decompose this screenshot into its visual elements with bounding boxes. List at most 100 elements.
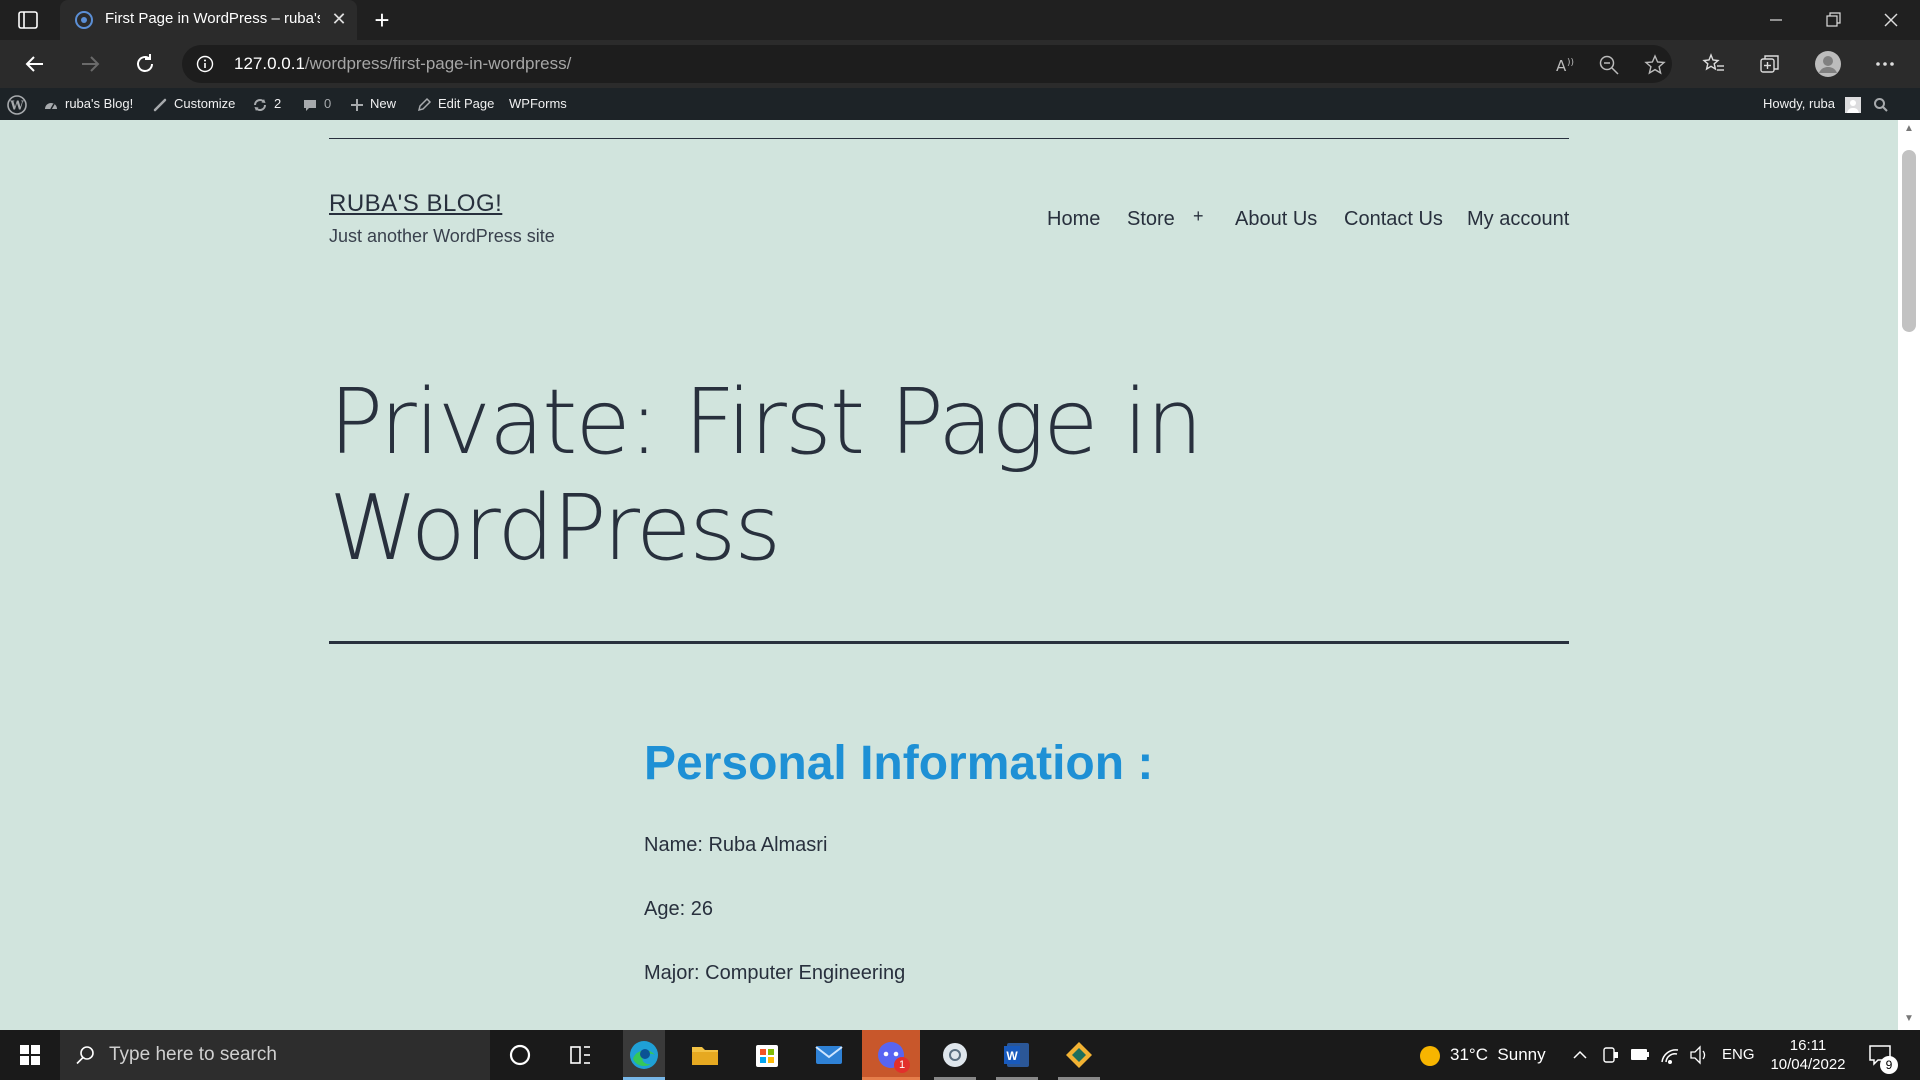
- start-button[interactable]: [0, 1030, 60, 1080]
- site-name-link[interactable]: ruba's Blog!: [43, 88, 133, 120]
- svg-text:W: W: [1006, 1049, 1018, 1063]
- notification-count-badge: 9: [1880, 1056, 1898, 1074]
- cortana-icon[interactable]: [500, 1037, 540, 1073]
- taskbar-search-box[interactable]: Type here to search: [60, 1030, 490, 1080]
- search-placeholder: Type here to search: [109, 1044, 277, 1065]
- close-tab-icon[interactable]: ✕: [329, 9, 349, 29]
- browser-toolbar: 127.0.0.1/wordpress/first-page-in-wordpr…: [0, 40, 1920, 88]
- wordpress-logo-icon[interactable]: W: [7, 88, 33, 120]
- collections-icon[interactable]: [1756, 50, 1784, 78]
- edge-taskbar-icon[interactable]: [623, 1030, 665, 1080]
- scroll-up-icon[interactable]: ▲: [1903, 123, 1915, 135]
- nav-item-home[interactable]: Home: [1047, 208, 1100, 231]
- site-tagline: Just another WordPress site: [329, 226, 555, 246]
- nav-item-my-account[interactable]: My account: [1467, 208, 1569, 231]
- new-tab-button[interactable]: +: [368, 6, 396, 34]
- customize-link[interactable]: Customize: [152, 88, 235, 120]
- profile-avatar-icon[interactable]: [1814, 50, 1842, 78]
- close-window-icon[interactable]: [1876, 6, 1906, 34]
- mail-icon[interactable]: [809, 1037, 849, 1073]
- svg-text:A: A: [1556, 57, 1567, 75]
- restore-icon[interactable]: [1818, 6, 1848, 34]
- updates-link[interactable]: 2: [252, 88, 281, 120]
- favorites-icon[interactable]: [1700, 50, 1728, 78]
- taskbar-clock[interactable]: 16:11 10/04/2022: [1768, 1036, 1848, 1074]
- comments-link[interactable]: 0: [302, 88, 331, 120]
- clock-time: 16:11: [1789, 1037, 1827, 1054]
- file-explorer-icon[interactable]: [685, 1037, 725, 1073]
- windows-taskbar: Type here to search 1 W 31°C Sunny ENG 1…: [0, 1030, 1920, 1080]
- svg-text:W: W: [9, 98, 24, 112]
- brush-icon: [153, 98, 167, 111]
- language-indicator[interactable]: ENG: [1722, 1030, 1755, 1080]
- updates-icon: [254, 98, 266, 111]
- store-submenu-toggle[interactable]: +: [1193, 206, 1204, 227]
- address-bar[interactable]: 127.0.0.1/wordpress/first-page-in-wordpr…: [182, 45, 1672, 83]
- add-favorite-icon[interactable]: [1644, 54, 1666, 76]
- task-view-icon[interactable]: [560, 1037, 600, 1073]
- forward-icon[interactable]: [76, 50, 104, 78]
- microsoft-store-icon[interactable]: [747, 1037, 787, 1073]
- weather-widget[interactable]: 31°C Sunny: [1418, 1030, 1546, 1080]
- new-label: New: [370, 96, 397, 111]
- notification-center-icon[interactable]: 9: [1866, 1030, 1900, 1080]
- weather-text: 31°C Sunny: [1450, 1045, 1546, 1064]
- personal-info-heading: Personal Information :: [644, 737, 1154, 790]
- site-title-link[interactable]: RUBA'S BLOG!: [329, 190, 502, 218]
- search-icon: [76, 1046, 94, 1065]
- admin-search-icon[interactable]: [1873, 88, 1895, 120]
- new-content-link[interactable]: New: [350, 88, 396, 120]
- zoom-out-icon[interactable]: [1598, 54, 1620, 76]
- settings-taskbar-icon[interactable]: [934, 1030, 976, 1080]
- wifi-icon[interactable]: [1659, 1030, 1681, 1080]
- site-info-icon[interactable]: [196, 55, 214, 73]
- discord-taskbar-icon[interactable]: 1: [862, 1030, 920, 1080]
- refresh-icon[interactable]: [131, 50, 159, 78]
- discord-badge: 1: [894, 1057, 910, 1073]
- major-line: Major: Computer Engineering: [644, 962, 906, 984]
- show-hidden-icons-icon[interactable]: [1571, 1030, 1589, 1080]
- meet-now-icon[interactable]: [1601, 1030, 1621, 1080]
- age-line: Age: 26: [644, 898, 713, 920]
- sun-icon: [1420, 1045, 1440, 1066]
- edit-page-label: Edit Page: [438, 96, 495, 111]
- url-path: /wordpress/first-page-in-wordpress/: [304, 54, 572, 73]
- page-title: Private: First Page in WordPress: [329, 370, 1203, 581]
- customize-label: Customize: [174, 96, 236, 111]
- page-scrollbar[interactable]: ▲ ▼: [1898, 120, 1920, 1030]
- wpforms-link[interactable]: WPForms: [509, 88, 567, 120]
- url-host: 127.0.0.1: [234, 54, 305, 73]
- url-text: 127.0.0.1/wordpress/first-page-in-wordpr…: [234, 54, 571, 74]
- name-line: Name: Ruba Almasri: [644, 834, 828, 856]
- comment-icon: [304, 99, 316, 111]
- wpforms-label: WPForms: [509, 96, 567, 111]
- nav-item-store[interactable]: Store: [1127, 208, 1175, 231]
- more-options-icon[interactable]: [1871, 50, 1899, 78]
- clock-date: 10/04/2022: [1770, 1056, 1846, 1073]
- read-aloud-icon[interactable]: A)): [1554, 54, 1576, 76]
- volume-icon[interactable]: [1688, 1030, 1710, 1080]
- howdy-label: Howdy, ruba: [1763, 96, 1836, 111]
- scroll-down-icon[interactable]: ▼: [1903, 1013, 1915, 1025]
- app-taskbar-icon[interactable]: [1058, 1030, 1100, 1080]
- browser-tab-strip: First Page in WordPress – ruba's ✕ +: [0, 0, 1920, 40]
- wp-admin-bar: W ruba's Blog! Customize 2 0 New Edit Pa…: [0, 88, 1920, 120]
- my-account-link[interactable]: Howdy, ruba: [1763, 88, 1861, 120]
- wordpress-favicon-icon: [74, 10, 94, 30]
- minimize-icon[interactable]: [1761, 6, 1791, 34]
- nav-item-about[interactable]: About Us: [1235, 208, 1317, 231]
- back-icon[interactable]: [21, 50, 49, 78]
- svg-text:)): )): [1567, 58, 1574, 68]
- tab-actions-icon[interactable]: [16, 8, 40, 32]
- page-viewport: RUBA'S BLOG! Just another WordPress site…: [0, 120, 1898, 1030]
- updates-count: 2: [274, 96, 282, 111]
- browser-tab-active[interactable]: First Page in WordPress – ruba's ✕: [60, 0, 357, 40]
- scrollbar-thumb[interactable]: [1902, 150, 1916, 332]
- nav-item-contact[interactable]: Contact Us: [1344, 208, 1443, 231]
- pencil-icon: [417, 98, 432, 112]
- battery-icon[interactable]: [1629, 1030, 1651, 1080]
- edit-page-link[interactable]: Edit Page: [417, 88, 494, 120]
- plus-icon: [351, 98, 363, 111]
- header-top-rule: [329, 138, 1569, 139]
- word-taskbar-icon[interactable]: W: [996, 1030, 1038, 1080]
